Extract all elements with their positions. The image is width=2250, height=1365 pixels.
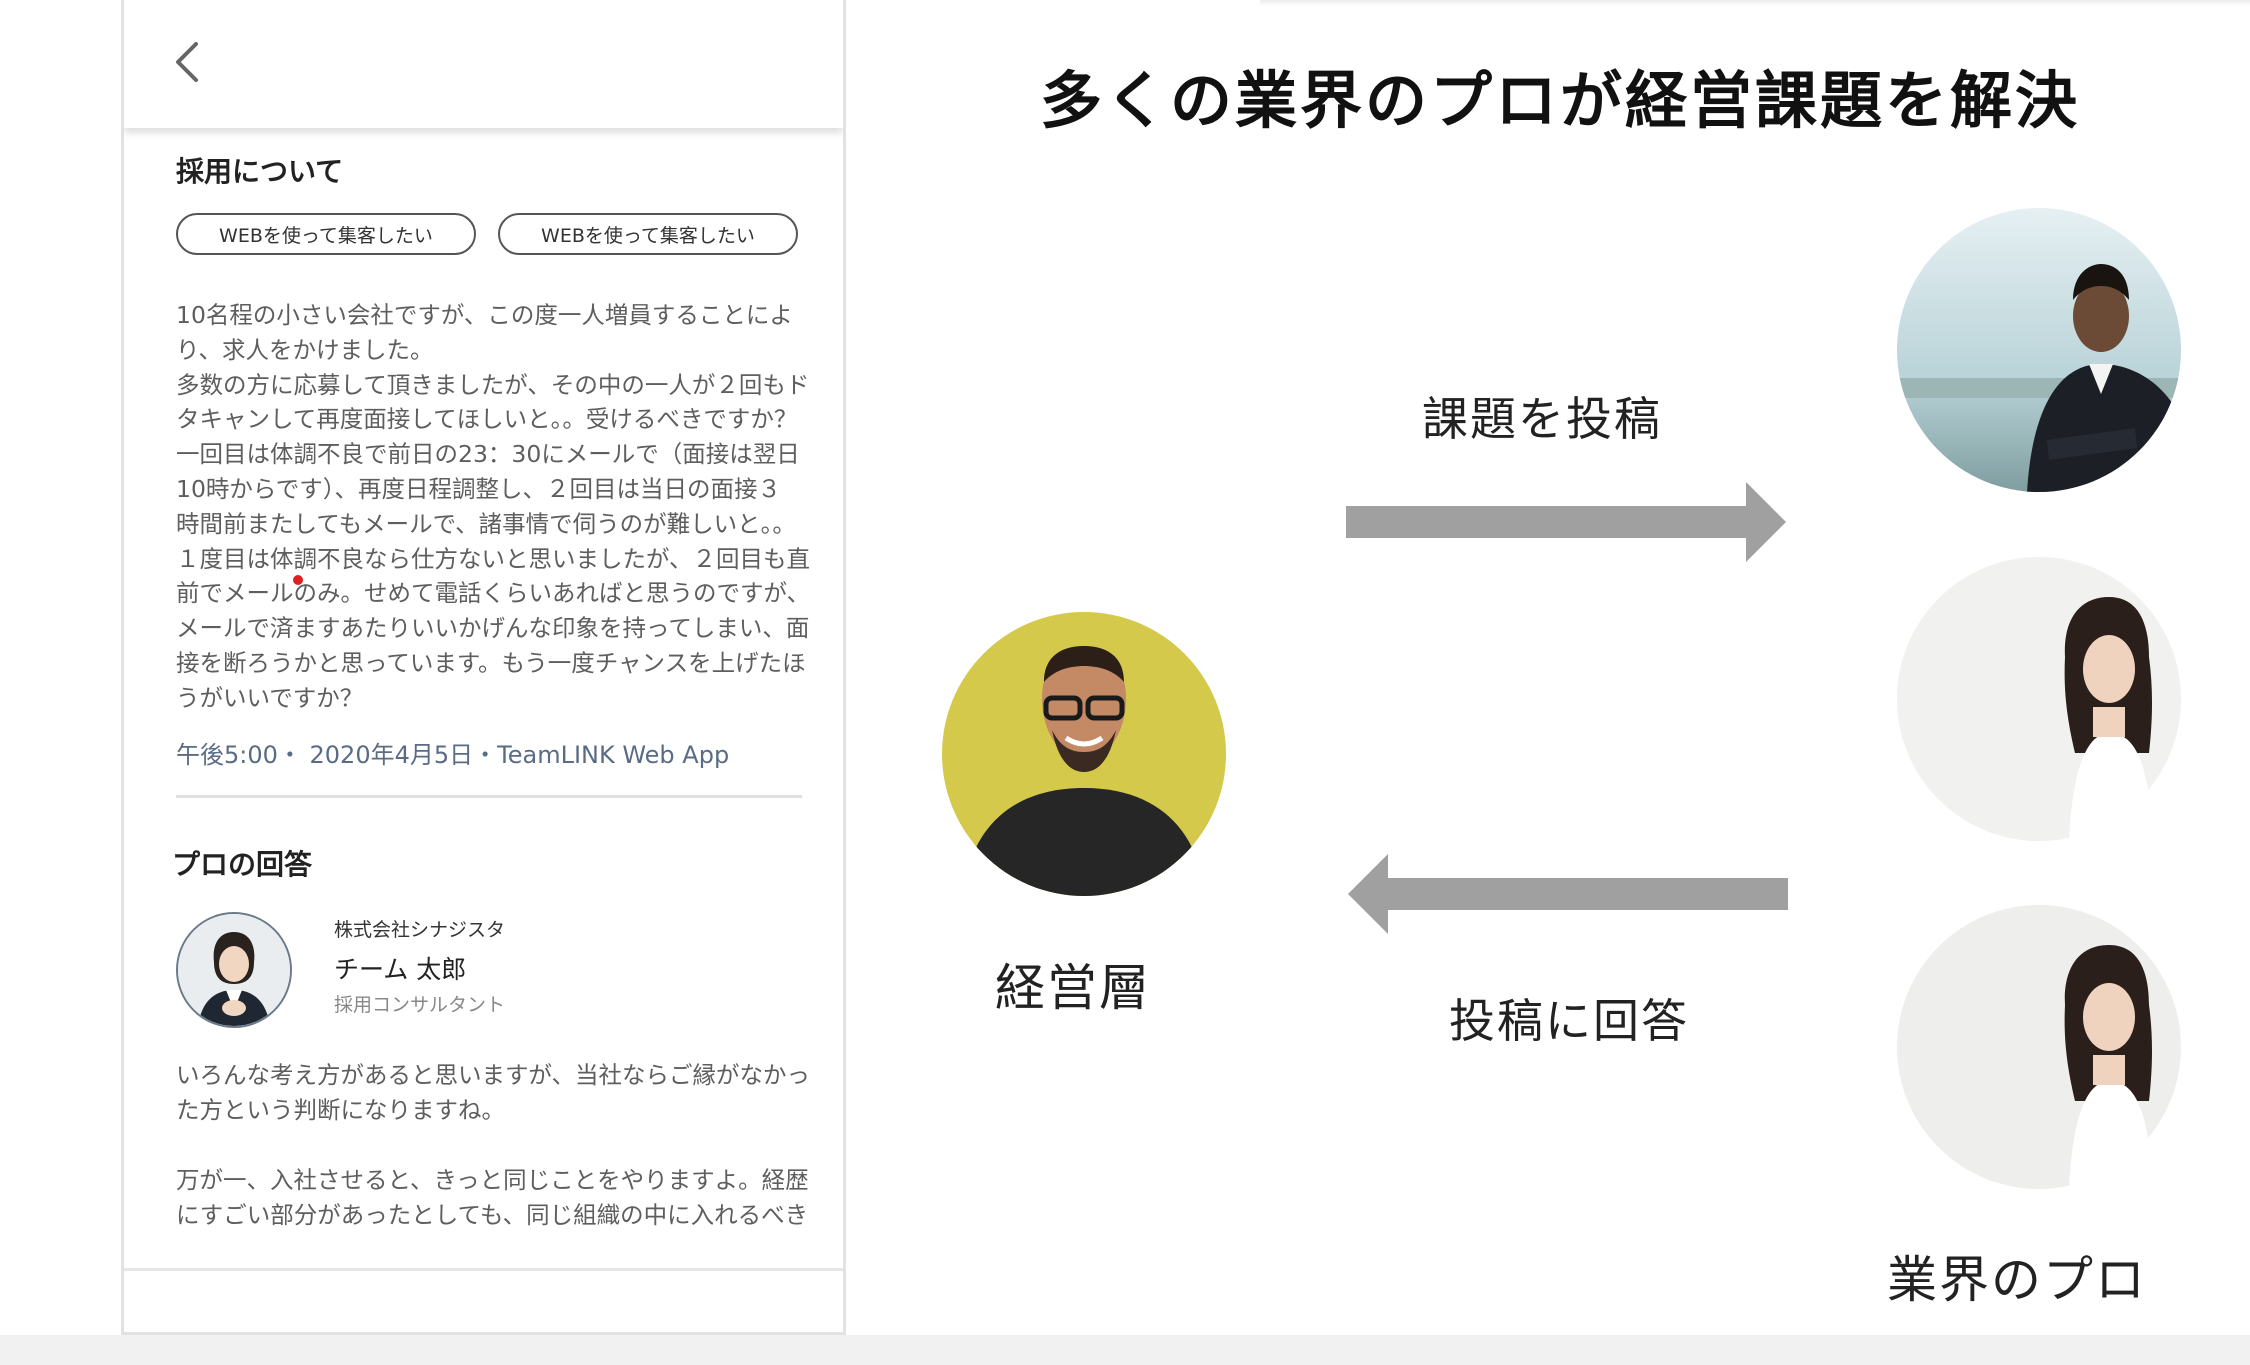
arrow-right (1346, 482, 1786, 562)
executive-photo (942, 612, 1226, 896)
topic-tag-2[interactable]: WEBを使って集客したい (498, 213, 798, 255)
pros-label: 業界のプロ (1887, 1251, 2147, 1309)
question-body: 10名程の小さい会社ですが、この度一人増員することによ り、求人をかけました。 … (176, 301, 811, 712)
pro-photo-woman-2 (1897, 905, 2181, 1189)
arrow-label-post-issue: 課題を投稿 (1422, 392, 1662, 446)
consultant-avatar[interactable] (176, 912, 292, 1028)
section-divider (176, 795, 802, 798)
section-title-recruitment: 採用について (176, 155, 344, 188)
top-edge-shadow (1260, 0, 2250, 6)
section-title-answer: プロの回答 (172, 848, 313, 881)
bottom-strip (0, 1335, 2250, 1365)
phone-header (124, 0, 843, 128)
phone-mockup: 採用について WEBを使って集客したい WEBを使って集客したい 10名程の小さ… (121, 0, 846, 1335)
cursor-marker (293, 575, 303, 585)
consultant-name: チーム 太郎 (334, 955, 467, 984)
answer-text-2: 万が一、入社させると、きっと同じことをやりますよ。経歴 にすごい部分があったとし… (176, 1166, 809, 1229)
consultant-role: 採用コンサルタント (334, 994, 506, 1016)
back-button[interactable] (168, 38, 208, 86)
chevron-left-icon (176, 42, 198, 82)
pro-photo-businessman (1897, 208, 2181, 492)
diagram-title: 多くの業界のプロが経営課題を解決 (1040, 64, 2081, 137)
pro-photo-woman-1 (1897, 557, 2181, 841)
post-meta: 午後5:00・ 2020年4月5日・TeamLINK Web App (176, 741, 730, 769)
phone-bottom-bar-line (124, 1268, 843, 1271)
executive-label: 経営層 (995, 959, 1151, 1017)
consultant-photo (178, 914, 290, 1026)
consultant-company: 株式会社シナジスタ (334, 919, 506, 941)
answer-text-1: いろんな考え方があると思いますが、当社ならご縁がなかっ た方という判断になります… (176, 1061, 811, 1124)
arrow-label-answer: 投稿に回答 (1449, 994, 1689, 1048)
arrow-left (1348, 854, 1788, 934)
topic-tag-1[interactable]: WEBを使って集客したい (176, 213, 476, 255)
